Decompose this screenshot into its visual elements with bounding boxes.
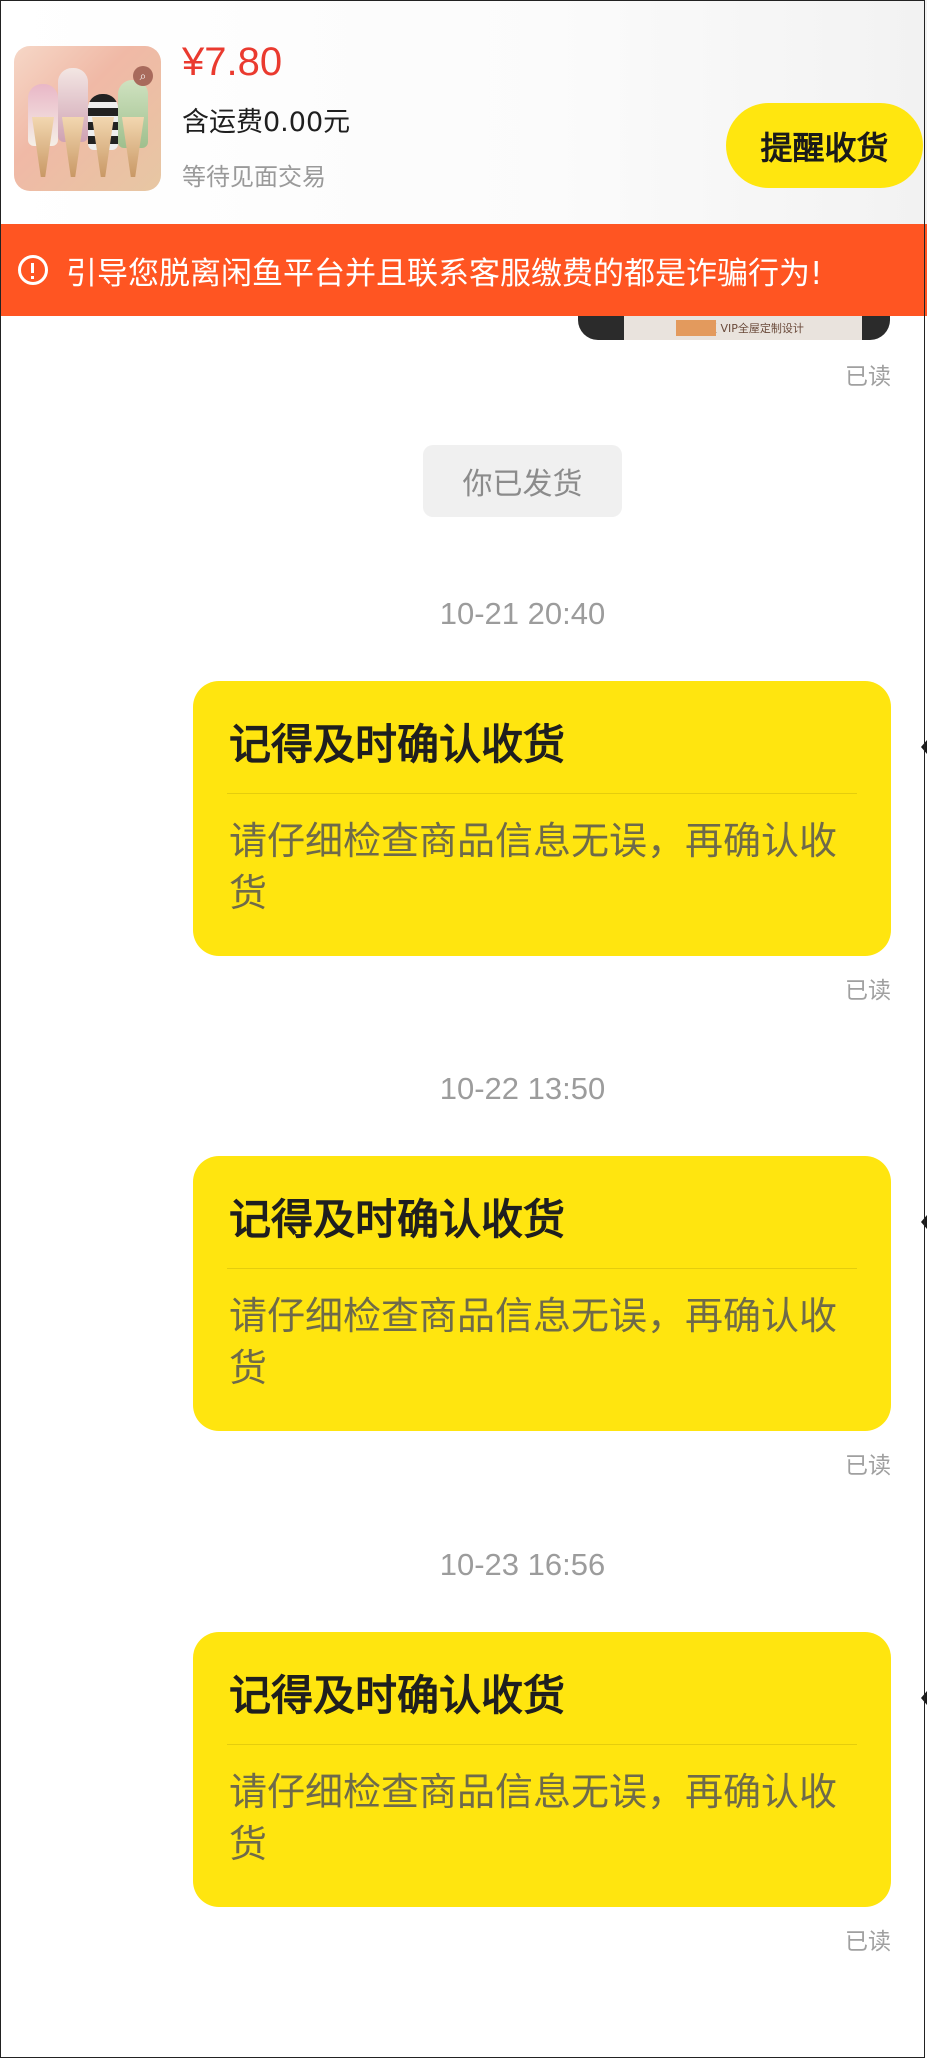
reminder-title: 记得及时确认收货 xyxy=(229,720,566,769)
bubble-tail-icon xyxy=(921,1215,927,1229)
system-message: 你已发货 xyxy=(423,445,622,517)
reminder-card[interactable]: 记得及时确认收货 请仔细检查商品信息无误，再确认收货 xyxy=(193,1156,891,1431)
exclamation-circle-icon xyxy=(18,255,48,285)
reminder-title: 记得及时确认收货 xyxy=(229,1195,566,1244)
warning-text: 引导您脱离闲鱼平台并且联系客服缴费的都是诈骗行为! xyxy=(66,255,823,292)
read-receipt: 已读 xyxy=(845,1453,891,1479)
divider xyxy=(227,793,857,794)
read-receipt: 已读 xyxy=(845,1929,891,1955)
shipping-fee: 含运费0.00元 xyxy=(182,107,351,138)
read-receipt: 已读 xyxy=(845,978,891,1004)
product-image-cone xyxy=(32,117,54,177)
product-image-cone xyxy=(62,117,84,177)
image-message-content: 素质豆 VIP全屋定制设计 xyxy=(624,316,862,340)
divider xyxy=(227,1268,857,1269)
message-timestamp: 10-22 13:50 xyxy=(439,1071,606,1106)
reminder-body: 请仔细检查商品信息无误，再确认收货 xyxy=(229,819,838,915)
reminder-card[interactable]: 记得及时确认收货 请仔细检查商品信息无误，再确认收货 xyxy=(193,1632,891,1907)
bubble-tail-icon xyxy=(921,1691,927,1705)
divider xyxy=(227,1744,857,1745)
message-timestamp: 10-23 16:56 xyxy=(439,1547,606,1582)
bubble-tail-icon xyxy=(921,740,927,754)
trade-status: 等待见面交易 xyxy=(182,163,326,191)
fraud-warning-banner: 引导您脱离闲鱼平台并且联系客服缴费的都是诈骗行为! xyxy=(0,224,927,316)
price: ¥7.80 xyxy=(182,40,283,84)
product-header: ⌕ ¥7.80 含运费0.00元 等待见面交易 提醒收货 xyxy=(0,0,927,224)
reminder-card[interactable]: 记得及时确认收货 请仔细检查商品信息无误，再确认收货 xyxy=(193,681,891,956)
remind-receipt-button[interactable]: 提醒收货 xyxy=(726,103,923,188)
read-receipt: 已读 xyxy=(845,364,891,390)
product-thumbnail[interactable]: ⌕ xyxy=(14,46,161,191)
image-thumb-strip xyxy=(676,320,716,336)
reminder-title: 记得及时确认收货 xyxy=(229,1671,566,1720)
reminder-body: 请仔细检查商品信息无误，再确认收货 xyxy=(229,1294,838,1390)
reminder-body: 请仔细检查商品信息无误，再确认收货 xyxy=(229,1770,838,1866)
search-icon: ⌕ xyxy=(133,66,153,86)
message-timestamp: 10-21 20:40 xyxy=(439,596,606,631)
image-message-partial[interactable]: 素质豆 VIP全屋定制设计 xyxy=(578,316,890,340)
